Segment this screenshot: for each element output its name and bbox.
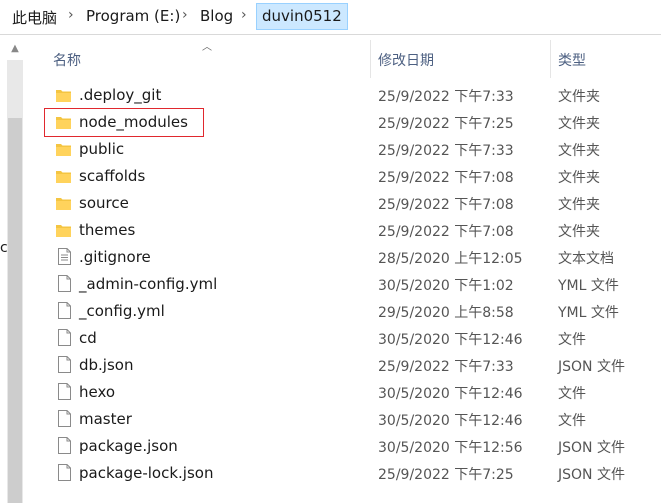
file-name: .deploy_git bbox=[79, 86, 162, 104]
file-row[interactable]: public 25/9/2022 下午7:33 文件夹 bbox=[44, 137, 654, 164]
folder-icon bbox=[56, 169, 71, 184]
navigation-cut-text: c bbox=[0, 240, 8, 256]
file-row[interactable]: master 30/5/2020 下午12:46 文件 bbox=[44, 407, 654, 434]
file-modified-date: 25/9/2022 下午7:08 bbox=[378, 170, 514, 186]
file-modified-date: 25/9/2022 下午7:25 bbox=[378, 467, 514, 483]
file-row[interactable]: node_modules 25/9/2022 下午7:25 文件夹 bbox=[44, 110, 654, 137]
file-name: node_modules bbox=[79, 113, 188, 131]
file-name: .gitignore bbox=[79, 248, 151, 266]
file-type: JSON 文件 bbox=[558, 467, 625, 483]
folder-icon bbox=[56, 196, 71, 211]
file-row[interactable]: cd 30/5/2020 下午12:46 文件 bbox=[44, 326, 654, 353]
file-modified-date: 30/5/2020 下午12:56 bbox=[378, 440, 523, 456]
file-modified-date: 25/9/2022 下午7:25 bbox=[378, 116, 514, 132]
file-row[interactable]: _config.yml 29/5/2020 上午8:58 YML 文件 bbox=[44, 299, 654, 326]
file-row[interactable]: .gitignore 28/5/2020 上午12:05 文本文档 bbox=[44, 245, 654, 272]
file-name: package-lock.json bbox=[79, 464, 214, 482]
file-row[interactable]: .deploy_git 25/9/2022 下午7:33 文件夹 bbox=[44, 83, 654, 110]
file-row[interactable]: hexo 30/5/2020 下午12:46 文件 bbox=[44, 380, 654, 407]
file-modified-date: 25/9/2022 下午7:08 bbox=[378, 224, 514, 240]
text-file-icon bbox=[58, 248, 71, 265]
file-type: 文件夹 bbox=[558, 89, 600, 105]
file-modified-date: 28/5/2020 上午12:05 bbox=[378, 251, 523, 267]
file-type: 文件夹 bbox=[558, 170, 600, 186]
file-modified-date: 29/5/2020 上午8:58 bbox=[378, 305, 514, 321]
file-icon bbox=[58, 437, 71, 454]
file-icon bbox=[58, 302, 71, 319]
file-type: 文件夹 bbox=[558, 143, 600, 159]
breadcrumb-this-pc[interactable]: 此电脑 bbox=[12, 7, 57, 28]
file-type: 文件夹 bbox=[558, 116, 600, 132]
file-icon bbox=[58, 464, 71, 481]
breadcrumb-current-folder[interactable]: duvin0512 bbox=[256, 3, 348, 30]
file-name: themes bbox=[79, 221, 136, 239]
column-header-type[interactable]: 类型 bbox=[558, 50, 586, 70]
folder-icon bbox=[56, 223, 71, 238]
file-name: _admin-config.yml bbox=[79, 275, 218, 293]
file-modified-date: 25/9/2022 下午7:33 bbox=[378, 89, 514, 105]
breadcrumb-drive[interactable]: Program (E:) bbox=[86, 7, 180, 25]
column-header-date[interactable]: 修改日期 bbox=[378, 50, 434, 70]
file-icon bbox=[58, 410, 71, 427]
file-name: cd bbox=[79, 329, 97, 347]
file-type: 文件 bbox=[558, 386, 586, 402]
folder-icon bbox=[56, 88, 71, 103]
file-name: master bbox=[79, 410, 132, 428]
file-type: YML 文件 bbox=[558, 278, 619, 294]
file-name: source bbox=[79, 194, 129, 212]
file-type: 文件夹 bbox=[558, 224, 600, 240]
navigation-scrollbar-thumb[interactable] bbox=[8, 118, 22, 503]
file-modified-date: 30/5/2020 下午12:46 bbox=[378, 386, 523, 402]
file-row[interactable]: package.json 30/5/2020 下午12:56 JSON 文件 bbox=[44, 434, 654, 461]
file-icon bbox=[58, 356, 71, 373]
column-header-name[interactable]: 名称 bbox=[53, 50, 81, 70]
file-name: package.json bbox=[79, 437, 178, 455]
breadcrumb-separator-icon[interactable]: › bbox=[182, 7, 188, 23]
file-name: hexo bbox=[79, 383, 116, 401]
file-type: 文件夹 bbox=[558, 197, 600, 213]
file-row[interactable]: package-lock.json 25/9/2022 下午7:25 JSON 文件 bbox=[44, 461, 654, 488]
file-row[interactable]: themes 25/9/2022 下午7:08 文件夹 bbox=[44, 218, 654, 245]
folder-icon bbox=[56, 142, 71, 157]
folder-icon bbox=[56, 115, 71, 130]
sort-ascending-icon: ︿ bbox=[202, 42, 212, 53]
breadcrumb-separator-icon[interactable]: › bbox=[241, 7, 247, 23]
file-name: db.json bbox=[79, 356, 134, 374]
file-modified-date: 25/9/2022 下午7:33 bbox=[378, 359, 514, 375]
file-icon bbox=[58, 275, 71, 292]
column-divider[interactable] bbox=[370, 40, 371, 78]
breadcrumb-separator-icon[interactable]: › bbox=[68, 7, 74, 23]
file-modified-date: 25/9/2022 下午7:33 bbox=[378, 143, 514, 159]
file-modified-date: 30/5/2020 下午12:46 bbox=[378, 332, 523, 348]
file-modified-date: 25/9/2022 下午7:08 bbox=[378, 197, 514, 213]
breadcrumb-blog[interactable]: Blog bbox=[200, 7, 233, 25]
file-row[interactable]: source 25/9/2022 下午7:08 文件夹 bbox=[44, 191, 654, 218]
file-row[interactable]: db.json 25/9/2022 下午7:33 JSON 文件 bbox=[44, 353, 654, 380]
file-modified-date: 30/5/2020 下午12:46 bbox=[378, 413, 523, 429]
address-breadcrumb: 此电脑 › Program (E:) › Blog › duvin0512 bbox=[0, 0, 661, 35]
file-icon bbox=[58, 329, 71, 346]
file-name: public bbox=[79, 140, 125, 158]
file-icon bbox=[58, 383, 71, 400]
file-row[interactable]: scaffolds 25/9/2022 下午7:08 文件夹 bbox=[44, 164, 654, 191]
file-type: 文本文档 bbox=[558, 251, 614, 267]
file-modified-date: 30/5/2020 下午1:02 bbox=[378, 278, 514, 294]
file-type: 文件 bbox=[558, 413, 586, 429]
column-divider[interactable] bbox=[550, 40, 551, 78]
file-name: _config.yml bbox=[79, 302, 165, 320]
file-row[interactable]: _admin-config.yml 30/5/2020 下午1:02 YML 文件 bbox=[44, 272, 654, 299]
file-name: scaffolds bbox=[79, 167, 146, 185]
file-type: YML 文件 bbox=[558, 305, 619, 321]
file-type: JSON 文件 bbox=[558, 440, 625, 456]
file-type: JSON 文件 bbox=[558, 359, 625, 375]
file-type: 文件 bbox=[558, 332, 586, 348]
scroll-up-arrow-icon[interactable]: ▲ bbox=[7, 42, 23, 56]
